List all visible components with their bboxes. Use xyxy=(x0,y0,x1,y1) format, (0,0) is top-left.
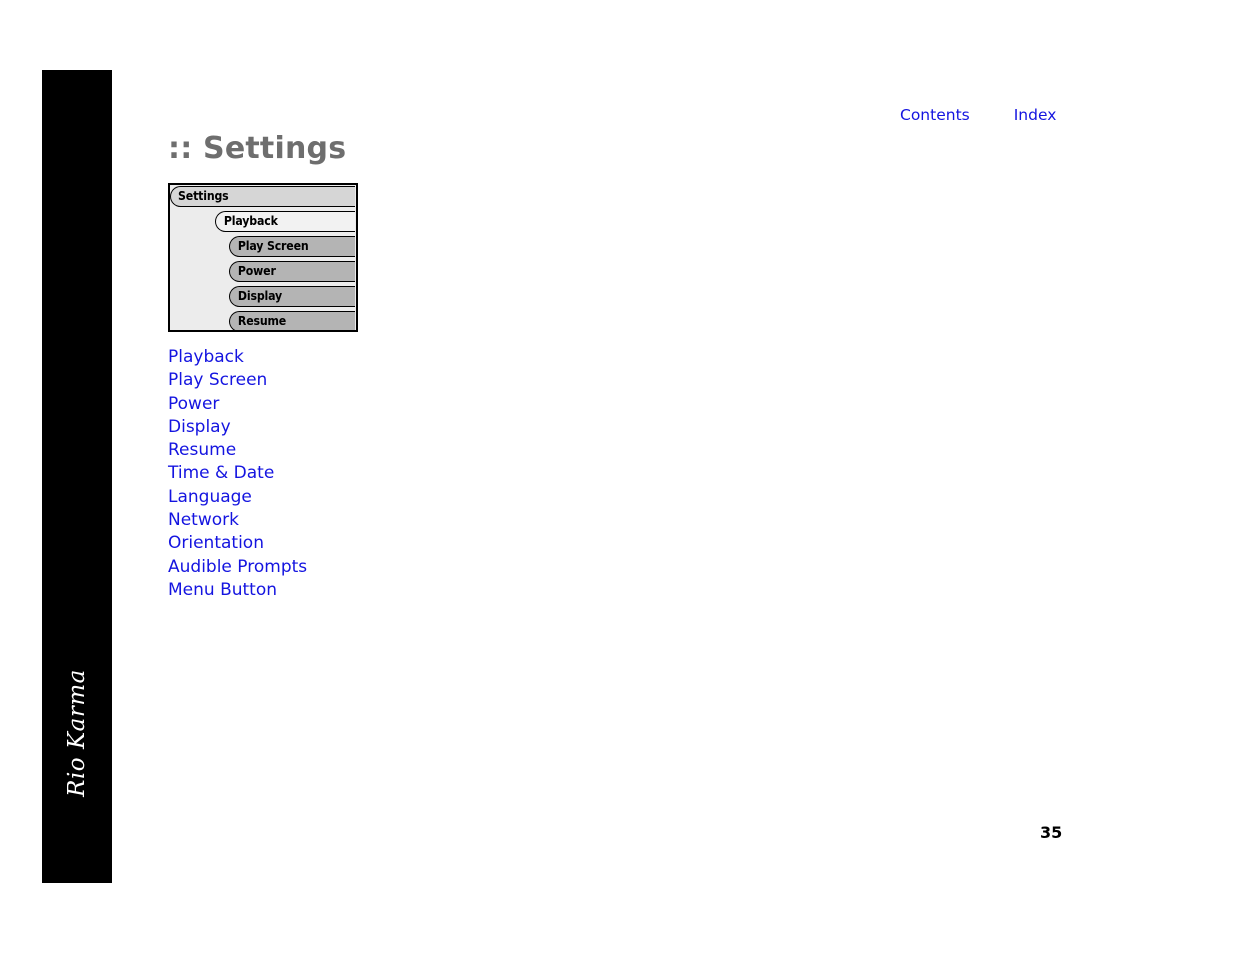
device-pill-display[interactable]: Display xyxy=(229,286,355,307)
device-pill-label-playback: Playback xyxy=(223,213,278,229)
sidebar-spine: Rio Karma xyxy=(42,70,112,883)
device-pill-play-screen[interactable]: Play Screen xyxy=(229,236,355,257)
device-menu-item-resume[interactable]: Resume xyxy=(170,310,356,330)
device-pill-power[interactable]: Power xyxy=(229,261,355,282)
page-number: 35 xyxy=(1040,823,1063,842)
device-pill-label-power: Power xyxy=(237,263,276,279)
link-resume[interactable]: Resume xyxy=(168,439,568,462)
device-pill-label-resume: Resume xyxy=(237,313,287,329)
top-navigation: Contents Index xyxy=(900,106,1200,124)
link-menu-button[interactable]: Menu Button xyxy=(168,579,568,602)
device-titlebar: Settings xyxy=(170,185,356,210)
device-pill-resume[interactable]: Resume xyxy=(229,311,355,330)
device-menu-item-playback[interactable]: Playback xyxy=(170,210,356,235)
brand-label-text: Rio Karma xyxy=(64,669,90,797)
device-pill-playback[interactable]: Playback xyxy=(215,211,355,232)
link-language[interactable]: Language xyxy=(168,486,568,509)
device-screenshot: Settings Playback Play Screen Power Disp… xyxy=(168,183,358,332)
link-network[interactable]: Network xyxy=(168,509,568,532)
nav-link-contents[interactable]: Contents xyxy=(900,106,970,124)
device-titlebar-pill: Settings xyxy=(170,186,355,207)
brand-label: Rio Karma xyxy=(42,583,112,883)
link-power[interactable]: Power xyxy=(168,393,568,416)
device-pill-label-display: Display xyxy=(237,288,283,304)
settings-link-list: Playback Play Screen Power Display Resum… xyxy=(168,346,568,602)
link-time-and-date[interactable]: Time & Date xyxy=(168,462,568,485)
device-menu-item-display[interactable]: Display xyxy=(170,285,356,310)
device-menu-item-play-screen[interactable]: Play Screen xyxy=(170,235,356,260)
link-display[interactable]: Display xyxy=(168,416,568,439)
device-menu-item-power[interactable]: Power xyxy=(170,260,356,285)
link-play-screen[interactable]: Play Screen xyxy=(168,369,568,392)
link-playback[interactable]: Playback xyxy=(168,346,568,369)
page-title: :: Settings xyxy=(168,131,347,166)
link-audible-prompts[interactable]: Audible Prompts xyxy=(168,556,568,579)
device-titlebar-label: Settings xyxy=(178,188,229,204)
link-orientation[interactable]: Orientation xyxy=(168,532,568,555)
nav-link-index[interactable]: Index xyxy=(1014,106,1057,124)
device-pill-label-play-screen: Play Screen xyxy=(237,238,309,254)
